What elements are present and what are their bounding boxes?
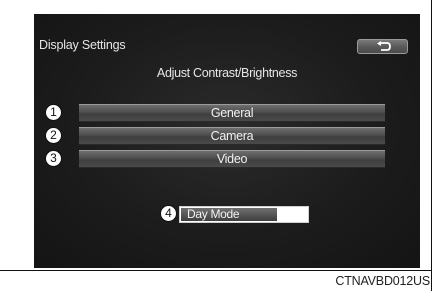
callout-3: 3 [45, 150, 62, 167]
general-button[interactable]: General [79, 104, 385, 122]
back-button[interactable] [357, 39, 408, 54]
display-screen: Display Settings Adjust Contrast/Brightn… [34, 14, 420, 268]
screen-subtitle: Adjust Contrast/Brightness [156, 66, 298, 80]
figure-frame-right [431, 0, 432, 291]
video-button[interactable]: Video [79, 150, 385, 168]
back-arrow-icon [377, 41, 391, 51]
figure-caption: CTNAVBD012US [335, 274, 430, 288]
day-mode-button[interactable]: Day Mode [179, 206, 309, 223]
callout-4: 4 [160, 205, 177, 222]
day-mode-indicator [283, 208, 305, 221]
camera-button[interactable]: Camera [79, 127, 385, 145]
callout-2: 2 [45, 127, 62, 144]
callout-1: 1 [45, 104, 62, 121]
day-mode-label: Day Mode [181, 208, 277, 221]
screen-title: Display Settings [39, 38, 126, 52]
figure-frame-bottom [0, 270, 432, 271]
